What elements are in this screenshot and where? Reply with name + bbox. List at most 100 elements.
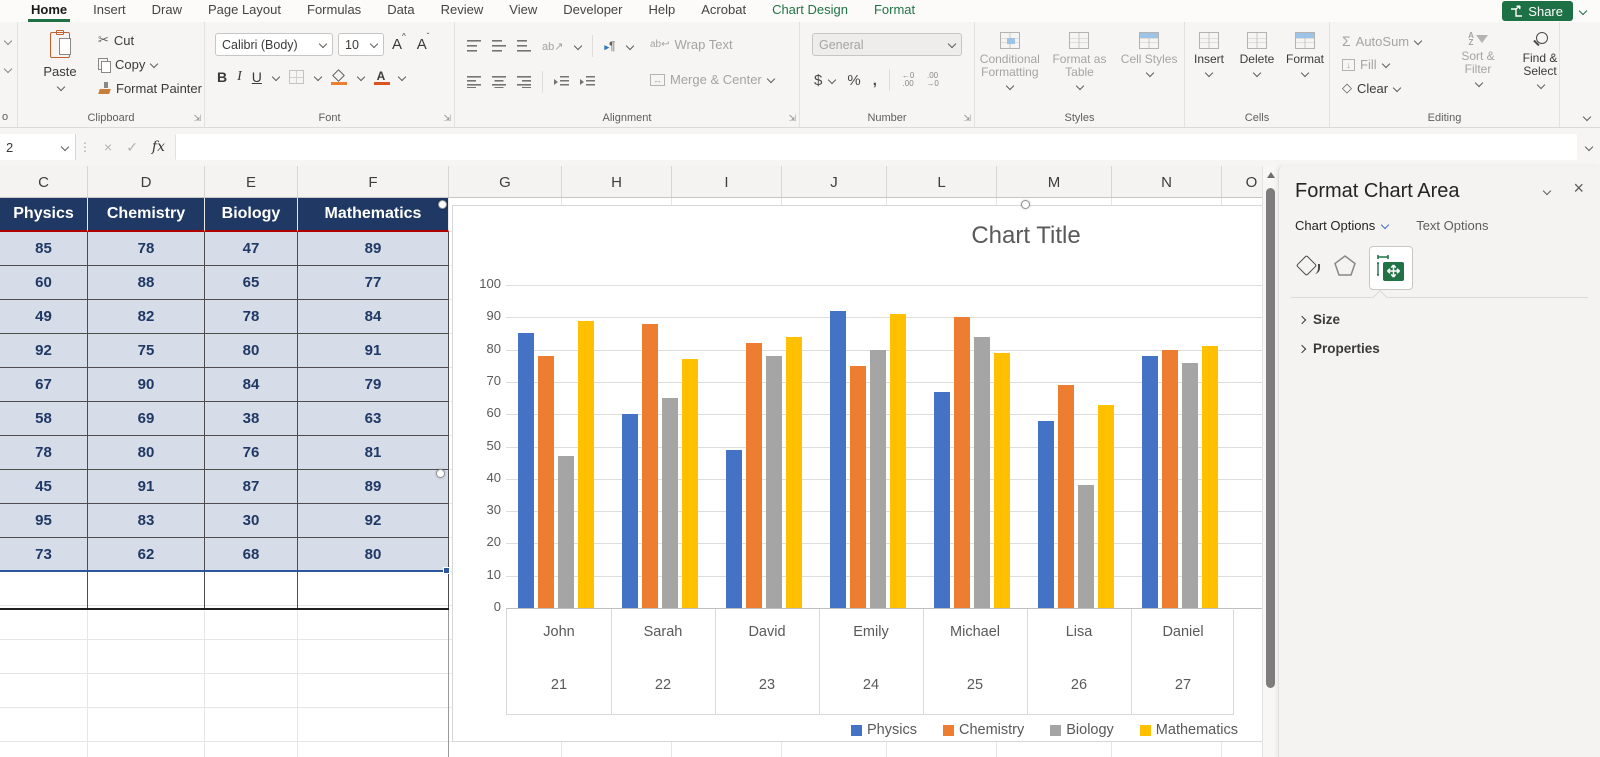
table-cell[interactable]: 58 — [0, 402, 88, 436]
table-cell[interactable]: 88 — [88, 266, 205, 300]
ribbon-tab-draw[interactable]: Draw — [139, 0, 195, 22]
increase-decimal-button[interactable]: ←0.00 — [902, 72, 914, 88]
cut-button[interactable]: ✂ Cut — [98, 32, 202, 48]
fill-line-icon[interactable] — [1295, 254, 1321, 280]
comma-button[interactable]: , — [873, 72, 877, 89]
table-cell[interactable]: 73 — [0, 538, 88, 572]
column-header-O[interactable]: O — [1222, 166, 1262, 197]
pane-section-size[interactable]: Size — [1299, 312, 1380, 327]
format-as-table-button[interactable]: Format as Table — [1045, 32, 1114, 90]
table-cell[interactable]: 77 — [298, 266, 449, 300]
copy-button[interactable]: Copy — [98, 57, 202, 73]
currency-dropdown-icon[interactable] — [828, 77, 835, 84]
format-painter-button[interactable]: Format Painter — [98, 81, 202, 96]
bar-mathematics-michael[interactable] — [994, 353, 1010, 608]
table-cell[interactable]: 80 — [88, 436, 205, 470]
table-cell[interactable]: 92 — [0, 334, 88, 368]
ribbon-tab-help[interactable]: Help — [636, 0, 689, 22]
table-cell[interactable]: 80 — [298, 538, 449, 572]
column-header-I[interactable]: I — [672, 166, 782, 197]
merge-dropdown-icon[interactable] — [767, 76, 774, 83]
align-right-icon[interactable] — [517, 76, 531, 88]
chart-title[interactable]: Chart Title — [866, 222, 1186, 250]
table-cell[interactable]: 91 — [88, 470, 205, 504]
column-header-N[interactable]: N — [1112, 166, 1222, 197]
table-cell[interactable]: 91 — [298, 334, 449, 368]
table-header-cell[interactable]: Physics — [0, 198, 88, 232]
paste-button[interactable]: Paste — [34, 30, 86, 94]
table-header-cell[interactable]: Biology — [205, 198, 298, 232]
empty-bordered-row[interactable] — [0, 572, 449, 610]
bar-physics-emily[interactable] — [830, 311, 846, 608]
bar-physics-michael[interactable] — [934, 392, 950, 608]
align-bottom-icon[interactable] — [517, 40, 531, 52]
orientation-dropdown-icon[interactable] — [574, 43, 581, 50]
table-cell[interactable]: 90 — [88, 368, 205, 402]
copy-dropdown-icon[interactable] — [150, 61, 157, 68]
bar-chemistry-sarah[interactable] — [642, 324, 658, 608]
share-button[interactable]: Share — [1502, 1, 1573, 21]
table-header-cell[interactable]: Mathematics — [298, 198, 449, 232]
table-cell[interactable]: 89 — [298, 470, 449, 504]
collapse-ribbon-icon[interactable] — [1583, 114, 1590, 121]
fill-color-icon[interactable] — [330, 68, 347, 85]
percent-button[interactable]: % — [847, 72, 860, 89]
fill-color-dropdown-icon[interactable] — [357, 74, 364, 81]
chart-handle-top-center[interactable] — [1021, 200, 1030, 209]
ribbon-tab-page-layout[interactable]: Page Layout — [195, 0, 294, 22]
autosum-button[interactable]: Σ AutoSum — [1342, 33, 1421, 49]
insert-function-icon[interactable]: fx — [152, 139, 165, 155]
ribbon-tab-acrobat[interactable]: Acrobat — [688, 0, 759, 22]
column-header-H[interactable]: H — [562, 166, 672, 197]
bar-chemistry-lisa[interactable] — [1058, 385, 1074, 608]
table-header-cell[interactable]: Chemistry — [88, 198, 205, 232]
ribbon-tab-review[interactable]: Review — [428, 0, 497, 22]
font-name-select[interactable]: Calibri (Body) — [215, 33, 333, 56]
selection-fill-handle[interactable] — [443, 567, 450, 574]
align-left-icon[interactable] — [467, 76, 481, 88]
column-header-C[interactable]: C — [0, 166, 88, 197]
bar-physics-sarah[interactable] — [622, 414, 638, 608]
table-cell[interactable]: 76 — [205, 436, 298, 470]
tab-text-options[interactable]: Text Options — [1416, 218, 1488, 233]
redo-dropdown-icon[interactable] — [4, 66, 11, 73]
clipboard-dialog-launcher[interactable]: ⇲ — [193, 113, 201, 124]
share-dropdown-icon[interactable] — [1579, 8, 1586, 15]
chart-area[interactable]: Chart Title 0 10 20 30 40 50 60 70 80 90 100 John 2… — [452, 205, 1278, 742]
bar-chemistry-daniel[interactable] — [1162, 350, 1178, 608]
delete-cells-button[interactable]: Delete — [1233, 32, 1281, 77]
increase-font-size-button[interactable]: A^ — [389, 32, 409, 53]
orientation-icon[interactable]: ab↗ — [542, 40, 563, 53]
legend-item-physics[interactable]: Physics — [851, 722, 917, 738]
font-size-select[interactable]: 10 — [338, 33, 384, 56]
column-header-J[interactable]: J — [782, 166, 887, 197]
text-direction-icon[interactable]: ▸¶ — [604, 39, 615, 53]
bar-chemistry-michael[interactable] — [954, 317, 970, 608]
align-top-icon[interactable] — [467, 40, 481, 52]
table-cell[interactable]: 84 — [205, 368, 298, 402]
paste-dropdown-icon[interactable] — [57, 84, 64, 91]
ribbon-tab-chart-design[interactable]: Chart Design — [759, 0, 861, 22]
column-header-L[interactable]: L — [887, 166, 997, 197]
table-cell[interactable]: 79 — [298, 368, 449, 402]
table-cell[interactable]: 84 — [298, 300, 449, 334]
column-header-D[interactable]: D — [88, 166, 205, 197]
vertical-scrollbar[interactable] — [1262, 166, 1278, 757]
table-cell[interactable]: 30 — [205, 504, 298, 538]
table-cell[interactable]: 92 — [298, 504, 449, 538]
ribbon-tab-data[interactable]: Data — [374, 0, 427, 22]
column-header-G[interactable]: G — [449, 166, 562, 197]
align-middle-icon[interactable] — [492, 40, 506, 52]
underline-dropdown-icon[interactable] — [272, 74, 279, 81]
decrease-decimal-button[interactable]: .00 →0 — [926, 72, 938, 88]
font-dialog-launcher[interactable]: ⇲ — [443, 113, 451, 124]
wrap-text-button[interactable]: ab↩ Wrap Text — [650, 37, 790, 52]
table-cell[interactable]: 38 — [205, 402, 298, 436]
number-format-select[interactable]: General — [812, 33, 962, 56]
cancel-entry-icon[interactable]: × — [104, 139, 112, 155]
bold-button[interactable]: B — [217, 69, 227, 85]
bar-biology-lisa[interactable] — [1078, 485, 1094, 608]
column-header-M[interactable]: M — [997, 166, 1112, 197]
legend-item-biology[interactable]: Biology — [1050, 722, 1114, 738]
merge-center-button[interactable]: ↔ Merge & Center — [650, 72, 800, 87]
